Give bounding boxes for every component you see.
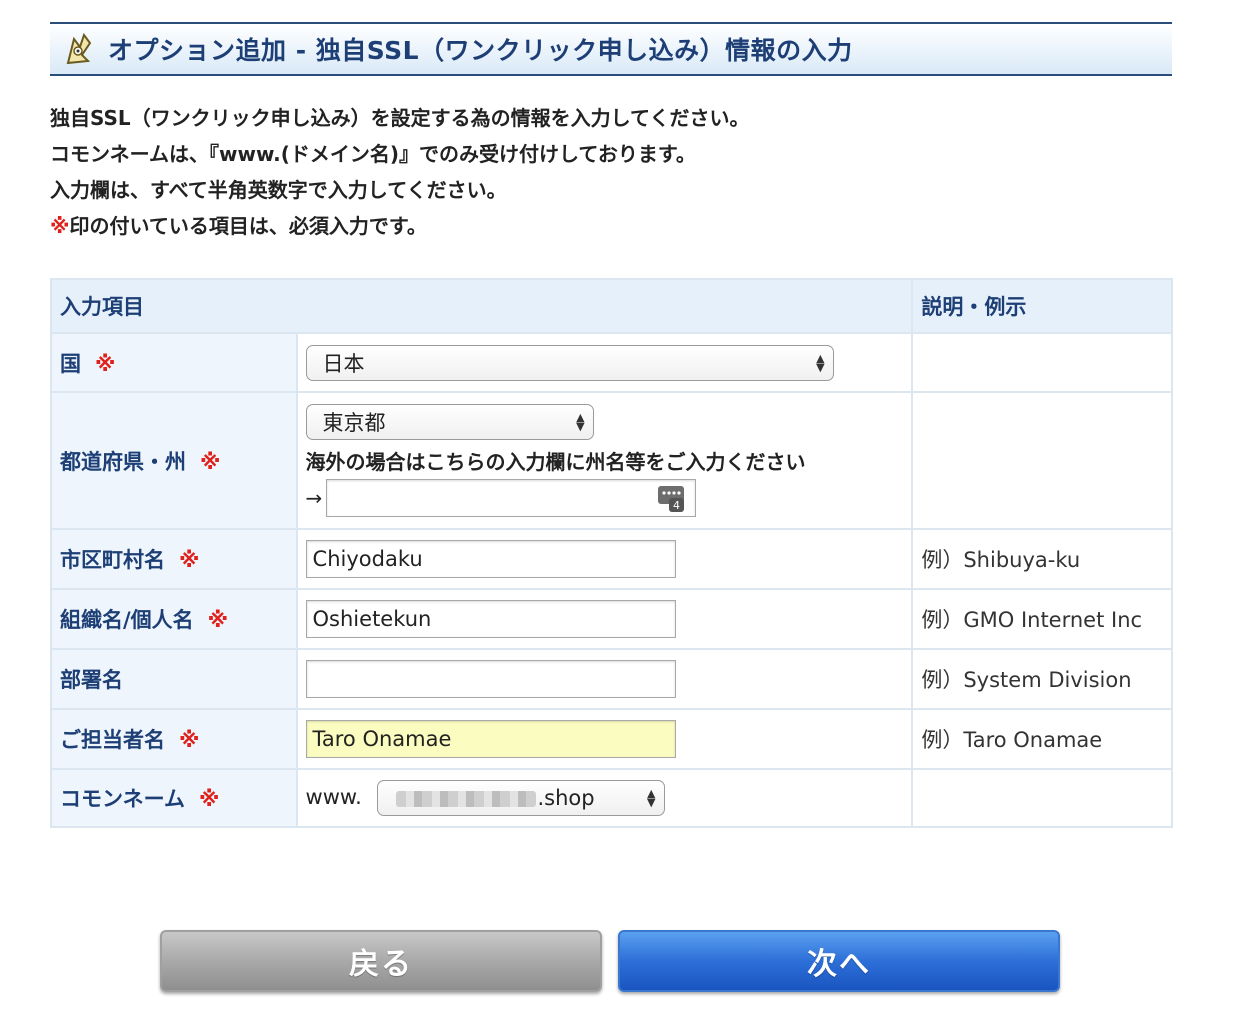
page-title: オプション追加 - 独自SSL（ワンクリック申し込み）情報の入力 <box>108 36 853 65</box>
label-text: 部署名 <box>60 668 123 692</box>
select-arrows-icon: ▲ ▼ <box>647 787 656 809</box>
input-cell: Oshietekun <box>295 588 914 650</box>
input-cell <box>295 648 914 710</box>
city-input[interactable]: Chiyodaku <box>305 540 676 578</box>
contact-name-input-value: Taro Onamae <box>312 727 452 751</box>
prefecture-select[interactable]: 東京都 ▲ ▼ <box>305 404 594 440</box>
instruction-line: 独自SSL（ワンクリック申し込み）を設定する為の情報を入力してください。 <box>50 106 750 130</box>
label-text: コモンネーム <box>60 787 185 811</box>
input-cell: Chiyodaku <box>295 528 914 590</box>
back-button[interactable]: 戻る <box>160 930 602 992</box>
department-input[interactable] <box>305 660 676 698</box>
table-header-row: 入力項目 説明・例示 <box>49 278 1173 334</box>
table-row: ご担当者名 ※ Taro Onamae 例）Taro Onamae <box>50 708 1173 770</box>
input-cell: 日本 ▲ ▼ <box>295 332 914 393</box>
prefecture-select-value: 東京都 <box>322 411 386 435</box>
label-text: ご担当者名 <box>60 728 165 752</box>
table-row: 市区町村名 ※ Chiyodaku 例）Shibuya-ku <box>50 528 1173 590</box>
label-text: 都道府県・州 <box>60 449 186 474</box>
country-select-value: 日本 <box>322 351 365 376</box>
input-cell: 東京都 ▲ ▼ 海外の場合はこちらの入力欄に州名等をご入力ください → 4 <box>295 391 914 530</box>
example-contact: 例）Taro Onamae <box>911 708 1173 770</box>
label-text: 組織名/個人名 <box>60 608 194 632</box>
label-text: 市区町村名 <box>60 548 165 572</box>
example-city: 例）Shibuya-ku <box>911 528 1173 590</box>
domain-suffix: .shop <box>537 786 595 810</box>
field-label-prefecture: 都道府県・州 ※ <box>50 391 298 530</box>
field-label-contact: ご担当者名 ※ <box>50 708 298 770</box>
instruction-line: コモンネームは、『www.(ドメイン名)』でのみ受け付けしております。 <box>50 142 696 166</box>
required-mark: ※ <box>179 548 200 572</box>
ssl-info-form: 入力項目 説明・例示 国 ※ 日本 ▲ ▼ 都道府県・州 ※ 東京都 ▲ ▼ 海外の場合… <box>49 278 1173 828</box>
required-mark: ※ <box>207 608 229 632</box>
field-label-city: 市区町村名 ※ <box>50 528 298 590</box>
input-cell: Taro Onamae <box>295 708 914 770</box>
arrow-right-icon: → <box>305 486 323 510</box>
table-row: 部署名 例）System Division <box>50 648 1173 710</box>
required-mark: ※ <box>200 449 221 474</box>
overseas-note: 海外の場合はこちらの入力欄に州名等をご入力ください <box>305 450 806 474</box>
next-button[interactable]: 次へ <box>618 930 1060 992</box>
organization-input[interactable]: Oshietekun <box>305 600 676 638</box>
country-select[interactable]: 日本 ▲ ▼ <box>305 344 834 381</box>
field-label-common-name: コモンネーム ※ <box>50 768 298 828</box>
instructions: 独自SSL（ワンクリック申し込み）を設定する為の情報を入力してください。 コモン… <box>50 100 749 244</box>
input-cell: www. .shop ▲ ▼ <box>295 768 914 828</box>
redacted-domain <box>395 791 536 807</box>
contact-name-input[interactable]: Taro Onamae <box>305 720 676 758</box>
label-text: 国 <box>60 351 81 376</box>
example-organization: 例）GMO Internet Inc <box>911 588 1173 650</box>
svg-text:4: 4 <box>673 499 680 512</box>
instruction-text: 印の付いている項目は、必須入力です。 <box>69 214 427 238</box>
description-cell <box>911 391 1173 530</box>
table-row: 国 ※ 日本 ▲ ▼ <box>50 332 1173 393</box>
required-mark: ※ <box>95 351 116 376</box>
required-mark: ※ <box>198 787 220 811</box>
overseas-input-row: → 4 <box>306 479 904 517</box>
column-header-description: 説明・例示 <box>911 278 1173 334</box>
domain-select-value: .shop <box>395 786 595 810</box>
select-arrows-icon: ▲ ▼ <box>816 351 825 374</box>
required-mark: ※ <box>179 728 200 752</box>
field-label-organization: 組織名/個人名 ※ <box>50 588 298 650</box>
keyboard-ime-icon[interactable]: 4 <box>657 484 685 512</box>
organization-input-value: Oshietekun <box>312 607 432 631</box>
required-mark: ※ <box>50 214 70 238</box>
common-name-prefix: www. <box>305 785 362 809</box>
table-row: 都道府県・州 ※ 東京都 ▲ ▼ 海外の場合はこちらの入力欄に州名等をご入力ください… <box>50 391 1173 530</box>
instruction-line: 入力欄は、すべて半角英数字で入力してください。 <box>50 178 507 202</box>
column-header-input: 入力項目 <box>49 278 914 334</box>
overseas-state-input[interactable]: 4 <box>326 479 697 517</box>
field-label-department: 部署名 <box>50 648 298 710</box>
select-arrows-icon: ▲ ▼ <box>576 411 585 433</box>
table-row: コモンネーム ※ www. .shop ▲ ▼ <box>50 768 1173 828</box>
example-department: 例）System Division <box>911 648 1173 710</box>
mascot-logo-icon <box>58 27 102 71</box>
common-name-domain-select[interactable]: .shop ▲ ▼ <box>376 780 665 816</box>
description-cell <box>911 332 1173 393</box>
table-row: 組織名/個人名 ※ Oshietekun 例）GMO Internet Inc <box>50 588 1173 650</box>
city-input-value: Chiyodaku <box>312 547 423 571</box>
page-header: オプション追加 - 独自SSL（ワンクリック申し込み）情報の入力 <box>50 22 1172 76</box>
field-label-country: 国 ※ <box>50 332 298 393</box>
description-cell <box>911 768 1173 828</box>
instruction-line: ※印の付いている項目は、必須入力です。 <box>50 208 749 244</box>
